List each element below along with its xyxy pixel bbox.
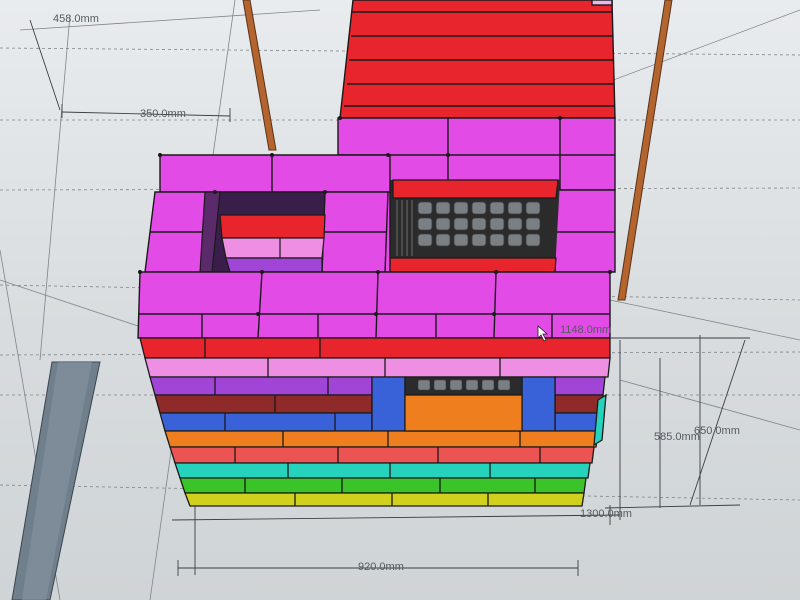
body-courses[interactable] (139, 337, 611, 507)
modeling-viewport[interactable]: 458.0mm 350.0mm 1148.0mm 585.0mm 650.0mm… (0, 0, 800, 600)
firebox-opening (404, 376, 523, 432)
dimension-label-458: 458.0mm (53, 13, 99, 25)
grate-opening (382, 179, 560, 273)
dimension-label-920: 920.0mm (358, 561, 404, 573)
dimension-label-1148: 1148.0mm (560, 324, 612, 336)
dimension-label-1300: 1300.0mm (580, 508, 632, 520)
dimension-label-650: 650.0mm (694, 425, 740, 437)
dimension-label-585: 585.0mm (654, 431, 700, 443)
model-canvas[interactable] (0, 0, 800, 600)
left-cavity (199, 191, 326, 273)
chimney-top[interactable] (339, 0, 616, 119)
dimension-label-350: 350.0mm (140, 108, 186, 120)
